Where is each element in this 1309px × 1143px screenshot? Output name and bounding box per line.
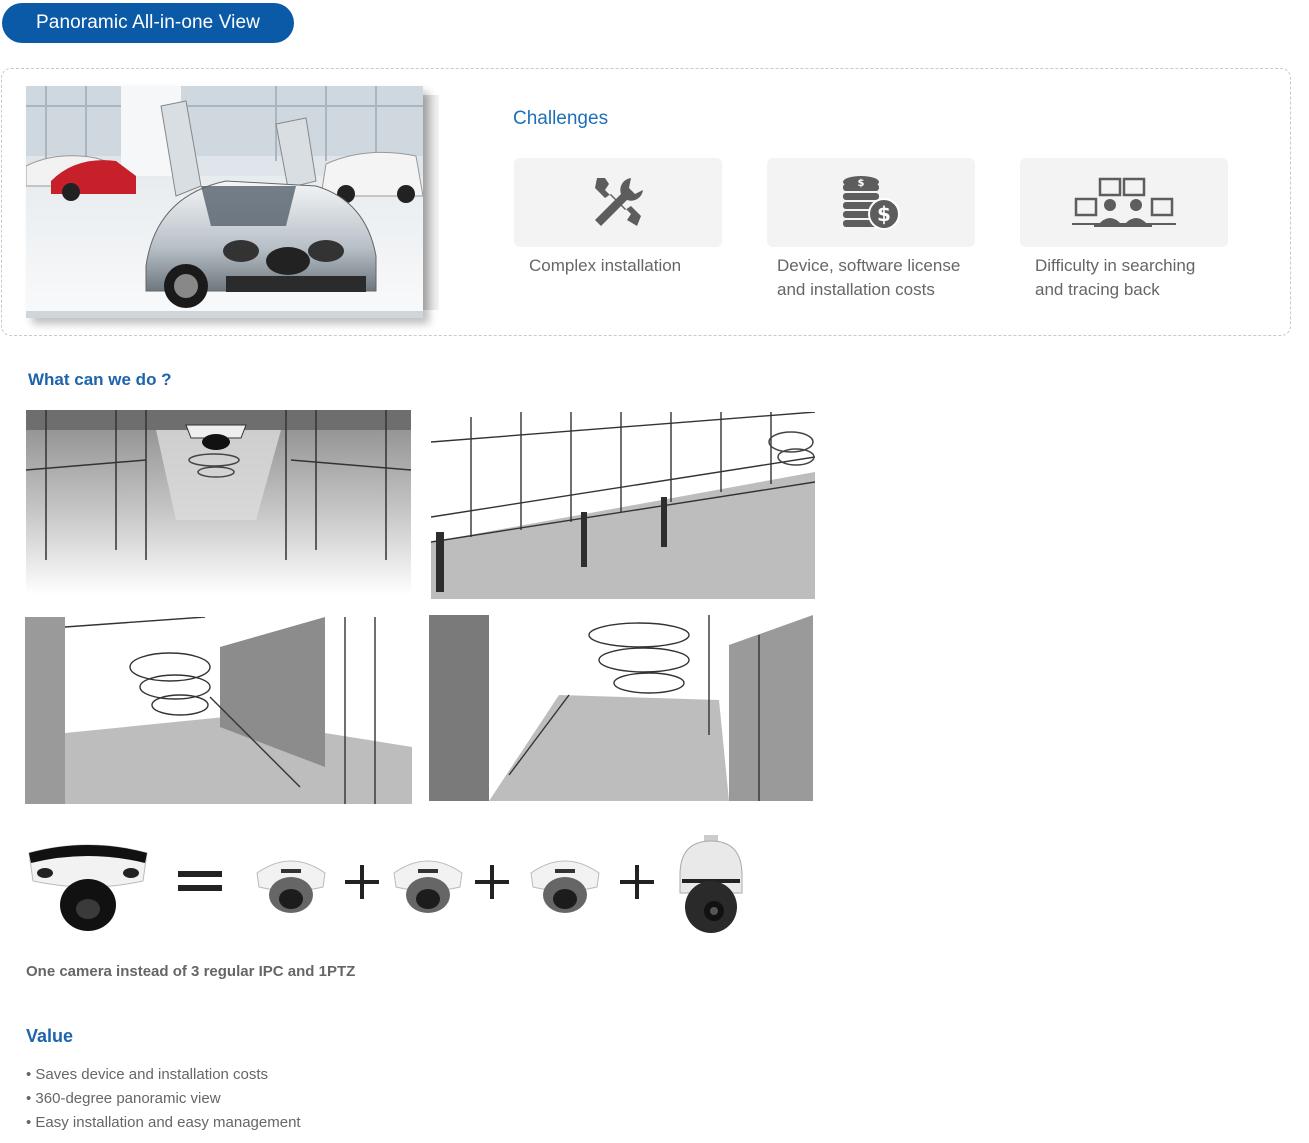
equation-caption: One camera instead of 3 regular IPC and …: [26, 963, 356, 980]
value-list: • Saves device and installation costs • …: [26, 1063, 301, 1135]
challenge-label-costs: Device, software license and installatio…: [777, 256, 961, 299]
dome-camera-icon: [530, 860, 600, 913]
challenge-card-search: [1020, 158, 1228, 247]
challenge-card-installation: [514, 158, 722, 247]
equals-sign: [178, 871, 222, 891]
sketch-view-3: [429, 615, 813, 801]
sketch-view-2: [25, 617, 412, 804]
sketch-view-1: [431, 412, 815, 599]
list-item: • 360-degree panoramic view: [26, 1090, 221, 1107]
list-item: • Saves device and installation costs: [26, 1066, 269, 1083]
tools-icon: [595, 177, 643, 226]
list-item: • Easy installation and easy management: [26, 1114, 301, 1131]
svg-text:$: $: [877, 202, 891, 226]
challenges-heading: Challenges: [513, 108, 609, 129]
ptz-camera-icon: [679, 835, 743, 933]
camera-equation: [0, 835, 800, 945]
plus-sign: [620, 865, 654, 899]
dome-camera-icon: [393, 860, 463, 913]
panoramic-camera-icon: [28, 844, 148, 931]
what-can-we-do-heading: What can we do ?: [28, 370, 172, 389]
value-heading: Value: [26, 1026, 74, 1046]
showroom-photo: [26, 86, 423, 318]
sketch-overview-camera: [26, 410, 411, 595]
plus-sign: [475, 865, 509, 899]
svg-text:$: $: [858, 178, 865, 189]
section-title-pill: Panoramic All-in-one View: [2, 3, 294, 43]
plus-sign: [345, 865, 379, 899]
coins-icon: $ $: [843, 175, 900, 230]
challenge-label-installation: Complex installation: [529, 256, 682, 275]
challenge-label-search: Difficulty in searching and tracing back: [1035, 256, 1196, 299]
dome-camera-icon: [256, 860, 326, 913]
challenge-card-costs: $ $: [767, 158, 975, 247]
monitors-icon: [1072, 177, 1176, 227]
